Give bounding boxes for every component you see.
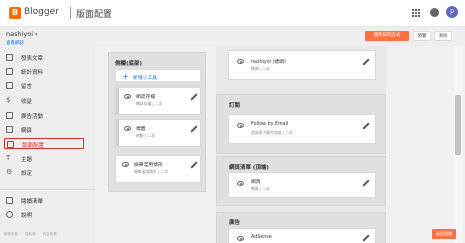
edit-pencil-icon[interactable]: [363, 180, 369, 186]
theme-icon: T: [6, 154, 11, 162]
edit-pencil-icon[interactable]: [363, 235, 369, 241]
page-title: 版面配置: [76, 10, 113, 20]
edit-pencil-icon[interactable]: [191, 162, 197, 168]
visibility-eye-icon[interactable]: [237, 181, 244, 186]
section-title: 訂閱: [229, 103, 241, 109]
sidebar-item-earnings[interactable]: $ 收益: [4, 95, 84, 106]
gadget-title: 網誌存檔: [136, 95, 156, 100]
top-bar: Blogger 版面配置 p: [0, 0, 465, 27]
gadget-title: 標籤: [136, 127, 146, 132]
notifications-icon[interactable]: [430, 8, 439, 17]
header-divider: [70, 7, 71, 19]
sidebar-item-label: 說明: [21, 213, 33, 219]
edit-pencil-icon[interactable]: [191, 94, 197, 100]
terms-link[interactable]: 服務條款: [4, 232, 18, 236]
visibility-eye-icon[interactable]: [124, 94, 131, 99]
section-title: 廣告: [229, 220, 241, 226]
blog-selector[interactable]: nashiyoi ▾: [6, 30, 38, 38]
sidebar-item-label: 留言: [21, 84, 33, 90]
sidebar-item-label: 網頁: [21, 128, 33, 134]
scrollbar-thumb[interactable]: [455, 95, 461, 155]
gadget-title: Follow by Email: [251, 122, 289, 127]
stats-icon: [6, 68, 13, 75]
gadget-pages[interactable]: 網頁 網頁 | 二次: [228, 172, 376, 198]
gadget-blog-archive[interactable]: 網誌存檔 網誌存檔 | 二次: [115, 87, 201, 115]
gadget-title: 檢舉濫用情形: [134, 163, 163, 168]
earnings-icon: $: [6, 96, 11, 104]
gadget-subtitle: 網誌存檔 | 二次: [136, 101, 163, 106]
gadget-adsense[interactable]: AdSense: [228, 228, 376, 243]
sidebar-item-comments[interactable]: 留言: [4, 80, 84, 91]
settings-icon: ⚙: [6, 168, 13, 176]
back-to-top-button[interactable]: 返回頂端: [432, 229, 456, 239]
blogger-logo-icon[interactable]: [9, 7, 21, 19]
pages-icon: [6, 126, 13, 133]
edit-pencil-icon[interactable]: [191, 126, 197, 132]
gadget-subtitle: 透過電子郵件追蹤 | 二次: [251, 130, 293, 135]
sidebar-item-label: 閱讀清單: [21, 199, 44, 205]
sidebar-item-label: 發表文章: [21, 56, 44, 62]
avatar[interactable]: p: [446, 6, 458, 18]
comments-icon: [6, 82, 13, 89]
blog-name: nashiyoi: [6, 30, 34, 38]
privacy-link[interactable]: 隱私權: [25, 232, 36, 236]
gadget-subtitle: 網頁 | 二次: [251, 186, 270, 191]
sidebar-item-reading-list[interactable]: 閱讀清單: [4, 195, 84, 206]
gadget-title: AdSense: [251, 235, 272, 240]
visibility-eye-icon[interactable]: [237, 123, 244, 128]
sidebar-item-posts[interactable]: 發表文章: [4, 52, 84, 63]
visibility-eye-icon[interactable]: [122, 162, 129, 167]
visibility-eye-icon[interactable]: [237, 236, 244, 241]
sidebar-item-help[interactable]: 說明: [4, 209, 84, 220]
caret-down-icon: ▾: [35, 32, 38, 38]
brand-name: Blogger: [24, 7, 59, 17]
sidebar-item-pages[interactable]: 網頁: [4, 124, 84, 135]
sidebar-item-label: 設定: [21, 171, 33, 177]
drag-handle[interactable]: [116, 88, 119, 114]
layout-icon: [7, 141, 14, 148]
section-title: 網頁清單 (頂端): [229, 165, 269, 171]
posts-icon: [6, 54, 13, 61]
gadget-header[interactable]: nashiyoi (標頭) 標頭 | 二次: [228, 50, 376, 80]
sidebar-item-label: 廣告活動: [21, 114, 44, 120]
plus-icon: +: [122, 72, 129, 81]
sidebar-item-layout[interactable]: 版面配置: [4, 138, 84, 149]
section-title: 側欄(底部): [115, 61, 143, 67]
sidebar-item-label: 版面配置: [22, 143, 45, 149]
content-policy-link[interactable]: 內容政策: [43, 232, 57, 236]
visibility-eye-icon[interactable]: [124, 126, 131, 131]
gadget-subtitle: 檢舉濫用情形 | 二次: [134, 169, 169, 174]
sidebar-item-label: 統計資料: [21, 70, 44, 76]
clear-button[interactable]: 清除: [434, 31, 452, 41]
gadget-report-abuse[interactable]: 檢舉濫用情形 檢舉濫用情形 | 二次: [115, 155, 201, 183]
campaigns-icon: [6, 112, 13, 119]
sidebar-item-label: 收益: [21, 99, 33, 105]
sidebar-item-settings[interactable]: ⚙ 設定: [4, 167, 84, 178]
gadget-labels[interactable]: 標籤 標籤 | 二次: [115, 119, 201, 147]
add-gadget-button[interactable]: + 新增小工具: [115, 69, 201, 82]
gadget-subtitle: 標籤 | 二次: [136, 133, 155, 138]
sidebar-divider: [0, 189, 95, 190]
view-blog-link[interactable]: 查看網誌: [6, 40, 24, 46]
gadget-title: nashiyoi (標頭): [251, 60, 286, 65]
gadget-subtitle: 標頭 | 二次: [251, 66, 270, 71]
sidebar-bottom-section: 側欄(底部) + 新增小工具 網誌存檔 網誌存檔 | 二次 標籤 標籤 | 二次…: [108, 52, 206, 192]
reading-list-icon: [6, 197, 13, 204]
drag-handle[interactable]: [116, 120, 119, 146]
edit-pencil-icon[interactable]: [363, 123, 369, 129]
save-arrangement-button[interactable]: 儲存排列方式: [365, 31, 409, 41]
footer-links: 服務條款 隱私權 內容政策: [4, 232, 63, 237]
add-gadget-label: 新增小工具: [133, 76, 157, 81]
visibility-eye-icon[interactable]: [237, 59, 244, 64]
sidebar-item-stats[interactable]: 統計資料: [4, 66, 84, 77]
preview-button[interactable]: 預覽: [413, 31, 431, 41]
help-icon: [6, 211, 13, 218]
sidebar-item-label: 主題: [21, 157, 33, 163]
gadget-follow-by-email[interactable]: Follow by Email 透過電子郵件追蹤 | 二次: [228, 114, 376, 144]
edit-pencil-icon[interactable]: [363, 59, 369, 65]
gadget-title: 網頁: [251, 180, 261, 185]
apps-grid-icon[interactable]: [412, 9, 420, 17]
sidebar-item-theme[interactable]: T 主題: [4, 153, 84, 164]
sidebar-item-campaigns[interactable]: 廣告活動: [4, 110, 84, 121]
